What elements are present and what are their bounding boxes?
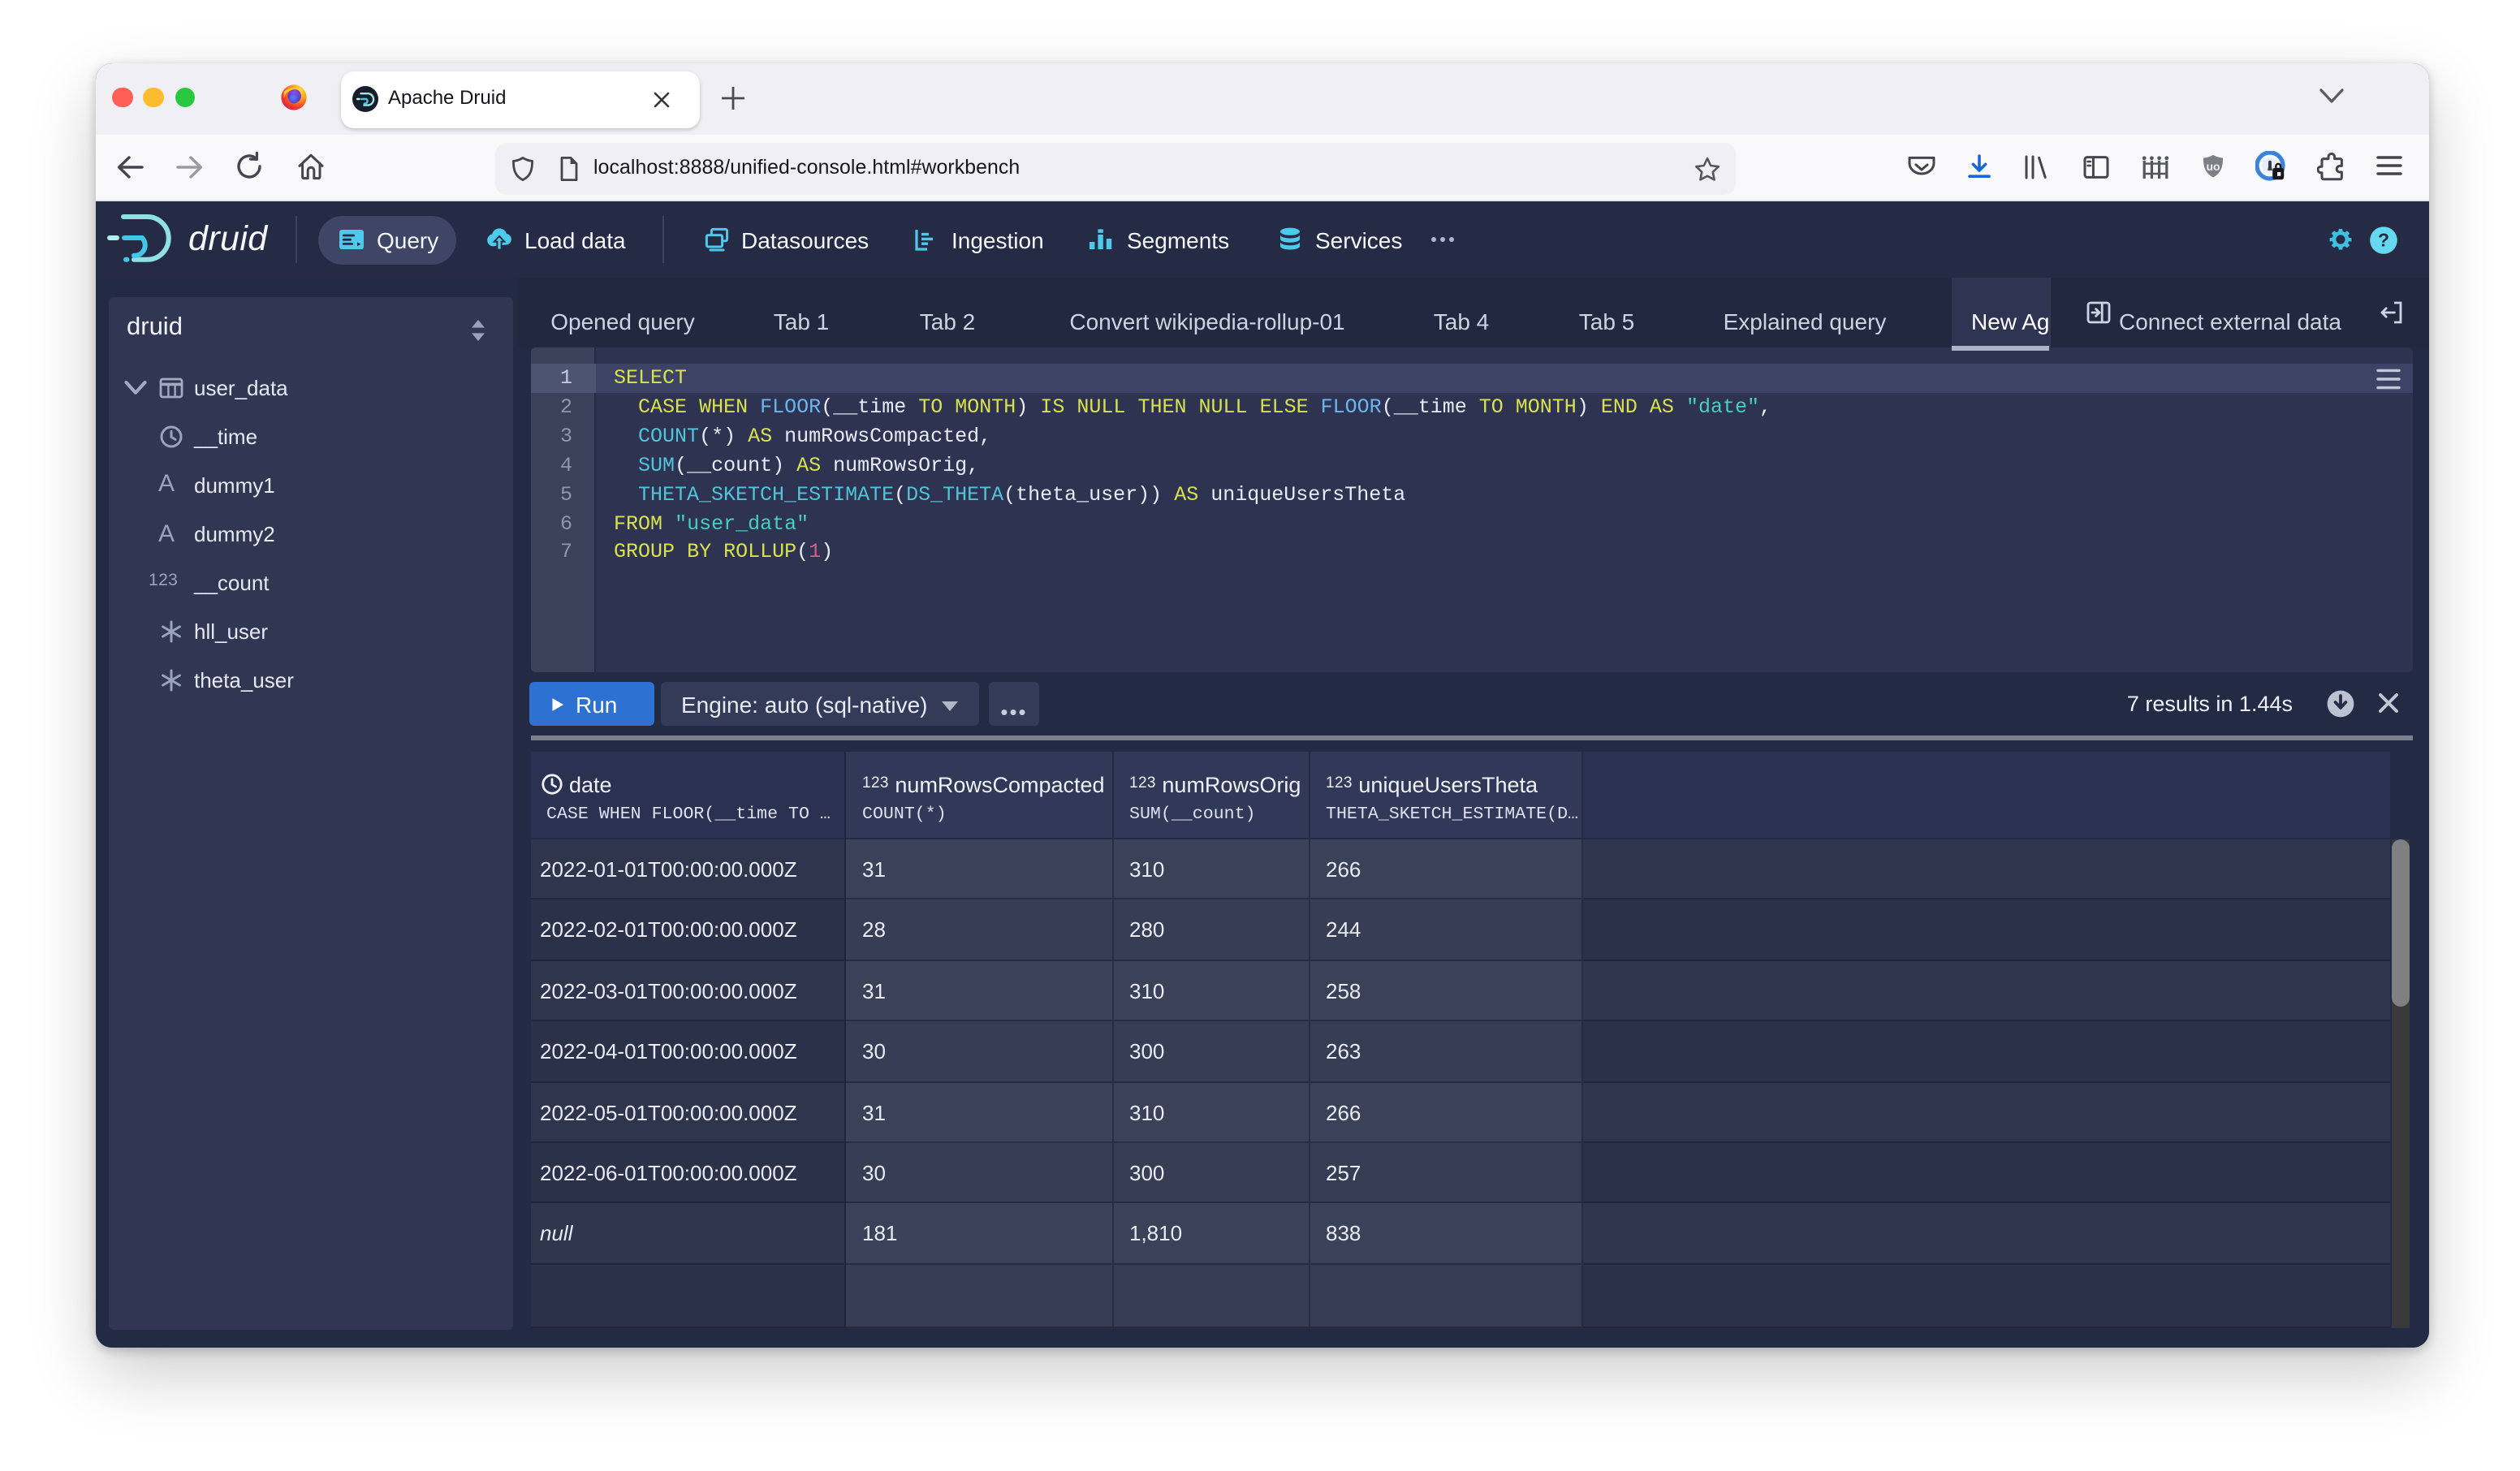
svg-text:?: ?: [2377, 229, 2388, 250]
svg-text:uo: uo: [2205, 159, 2219, 172]
